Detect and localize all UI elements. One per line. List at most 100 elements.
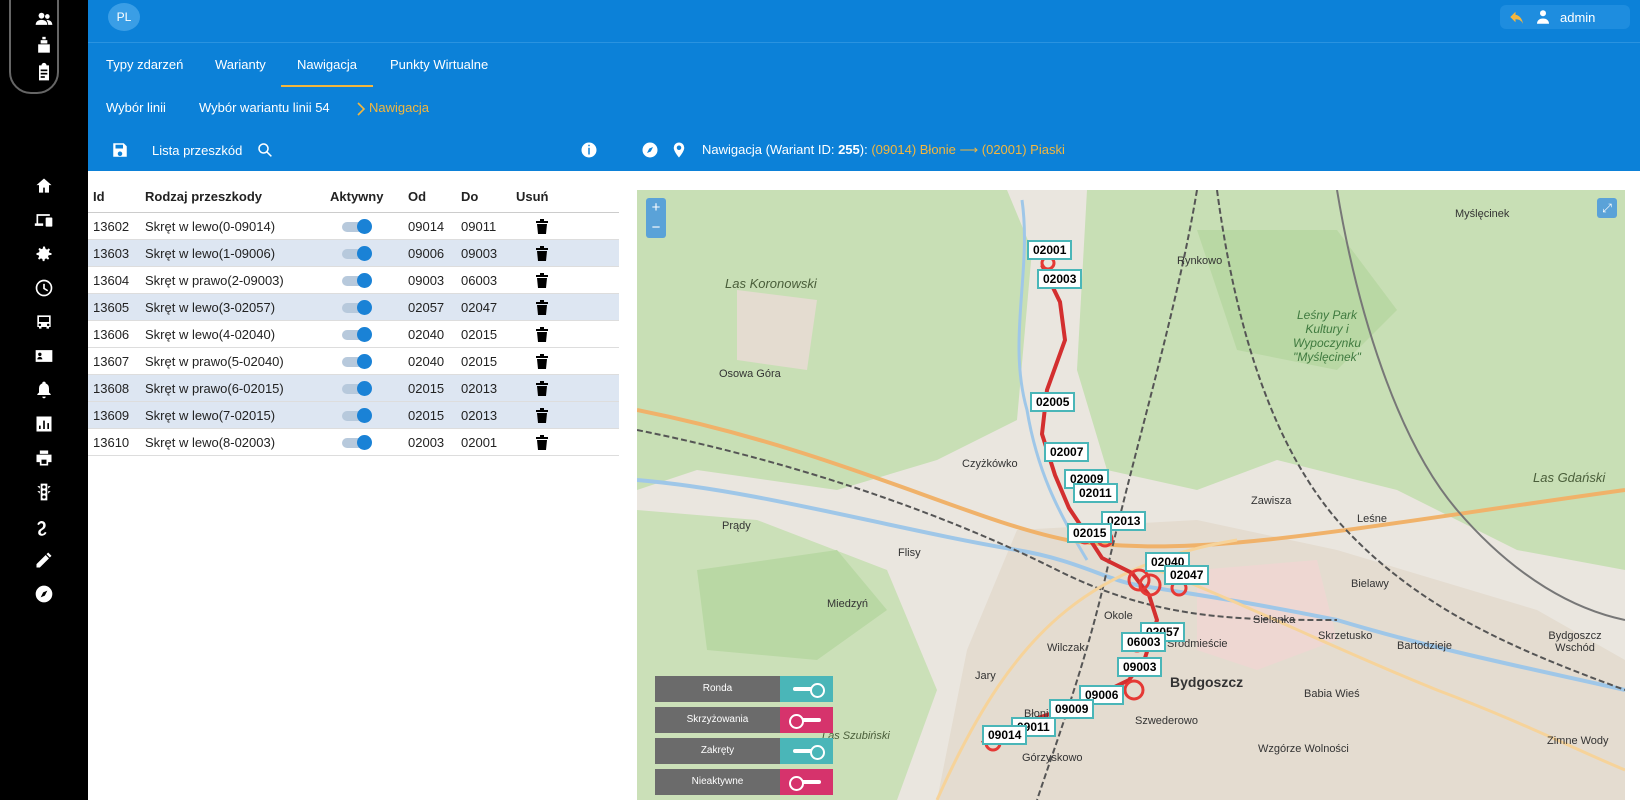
place-label: Miedzyń (827, 598, 868, 610)
cell-id: 13608 (88, 374, 140, 402)
trash-icon[interactable] (536, 273, 548, 289)
table-row[interactable]: 13608 Skręt w prawo(6-02015) 02015 02013 (88, 374, 619, 402)
trash-icon[interactable] (536, 435, 548, 451)
col-type[interactable]: Rodzaj przeszkody (140, 180, 325, 213)
cell-from: 09003 (403, 266, 456, 294)
zoom-out-button[interactable]: − (646, 218, 666, 238)
place-label: Leśne (1357, 513, 1387, 525)
active-toggle[interactable] (342, 381, 372, 397)
trash-icon[interactable] (536, 327, 548, 343)
stop-label[interactable]: 02015 (1067, 523, 1113, 543)
search-icon[interactable] (256, 129, 274, 171)
stop-label[interactable]: 09003 (1117, 657, 1163, 677)
map-pin-icon[interactable] (670, 129, 688, 171)
pencil-icon[interactable] (29, 548, 59, 572)
stop-label[interactable]: 02003 (1037, 269, 1083, 289)
trash-icon[interactable] (536, 219, 548, 235)
cell-to: 09011 (456, 212, 511, 240)
table-header-row: Id Rodzaj przeszkody Aktywny Od Do Usuń (88, 180, 619, 213)
home-icon[interactable] (29, 174, 59, 198)
active-toggle[interactable] (342, 273, 372, 289)
legend-intersections[interactable]: Skrzyżowania (655, 707, 833, 733)
cell-to: 02013 (456, 374, 511, 402)
gear-icon[interactable] (29, 242, 59, 266)
language-button[interactable]: PL (108, 3, 140, 31)
trash-icon[interactable] (536, 381, 548, 397)
legend-roundabouts[interactable]: Ronda (655, 676, 833, 702)
active-toggle[interactable] (342, 219, 372, 235)
route-icon[interactable] (29, 514, 59, 538)
info-icon[interactable] (580, 129, 598, 171)
active-toggle[interactable] (342, 246, 372, 262)
id-card-icon[interactable] (29, 344, 59, 368)
table-row[interactable]: 13606 Skręt w lewo(4-02040) 02040 02015 (88, 320, 619, 348)
route-description: (09014) Błonie ⟶ (02001) Piaski (871, 142, 1065, 157)
clock-icon[interactable] (29, 276, 59, 300)
stop-label[interactable]: 06003 (1121, 632, 1167, 652)
inactive-toggle[interactable] (780, 769, 833, 795)
active-toggle[interactable] (342, 435, 372, 451)
legend-turns[interactable]: Zakręty (655, 738, 833, 764)
col-from[interactable]: Od (403, 180, 456, 213)
printer-icon[interactable] (29, 446, 59, 470)
bell-icon[interactable] (29, 378, 59, 402)
breadcrumb-variant-select[interactable]: Wybór wariantu linii 54 (199, 87, 330, 129)
user-menu[interactable]: admin (1500, 5, 1630, 29)
stop-label[interactable]: 02005 (1030, 392, 1076, 412)
trash-icon[interactable] (536, 246, 548, 262)
intersections-toggle[interactable] (780, 707, 833, 733)
table-row[interactable]: 13607 Skręt w prawo(5-02040) 02040 02015 (88, 347, 619, 375)
traffic-light-icon[interactable] (29, 480, 59, 504)
route-map[interactable]: Las Koronowski Rynkowo Myślęcinek Osowa … (637, 190, 1625, 800)
table-row[interactable]: 13609 Skręt w lewo(7-02015) 02015 02013 (88, 401, 619, 429)
variant-id: 255 (838, 142, 860, 157)
zoom-in-button[interactable]: + (646, 198, 666, 218)
turns-toggle[interactable] (780, 738, 833, 764)
place-label: Sielanka (1253, 614, 1296, 626)
stop-label[interactable]: 09009 (1049, 699, 1095, 719)
stop-label[interactable]: 09014 (982, 725, 1028, 745)
roundabouts-toggle[interactable] (780, 676, 833, 702)
devices-icon[interactable] (29, 208, 59, 232)
active-toggle[interactable] (342, 354, 372, 370)
users-icon[interactable] (29, 7, 59, 31)
legend-inactive[interactable]: Nieaktywne (655, 769, 833, 795)
stop-label[interactable]: 02011 (1073, 483, 1118, 503)
save-icon[interactable] (111, 129, 129, 171)
place-label: Górzyskowo (1022, 752, 1083, 764)
col-active[interactable]: Aktywny (325, 180, 403, 213)
table-row[interactable]: 13604 Skręt w prawo(2-09003) 09003 06003 (88, 266, 619, 294)
col-to[interactable]: Do (456, 180, 511, 213)
active-toggle[interactable] (342, 327, 372, 343)
ticket-machine-icon[interactable] (29, 34, 59, 58)
trash-icon[interactable] (536, 300, 548, 316)
place-label: Las Koronowski (725, 276, 817, 291)
table-row[interactable]: 13603 Skręt w lewo(1-09006) 09006 09003 (88, 239, 619, 267)
stop-label[interactable]: 02047 (1164, 565, 1210, 585)
clipboard-icon[interactable] (29, 60, 59, 84)
compass-icon[interactable] (641, 129, 659, 171)
active-toggle[interactable] (342, 408, 372, 424)
fullscreen-icon[interactable]: ⤢ (1597, 198, 1617, 218)
stop-label[interactable]: 02007 (1044, 442, 1090, 462)
table-row[interactable]: 13610 Skręt w lewo(8-02003) 02003 02001 (88, 428, 619, 456)
tab-event-types[interactable]: Typy zdarzeń (106, 43, 183, 87)
table-row[interactable]: 13602 Skręt w lewo(0-09014) 09014 09011 (88, 212, 619, 240)
active-toggle[interactable] (342, 300, 372, 316)
tab-virtual-points[interactable]: Punkty Wirtualne (390, 43, 488, 87)
bus-icon[interactable] (29, 310, 59, 334)
tab-navigation[interactable]: Nawigacja (281, 43, 373, 87)
trash-icon[interactable] (536, 408, 548, 424)
trash-icon[interactable] (536, 354, 548, 370)
table-row[interactable]: 13605 Skręt w lewo(3-02057) 02057 02047 (88, 293, 619, 321)
tab-variants[interactable]: Warianty (215, 43, 266, 87)
stop-label[interactable]: 02001 (1027, 240, 1073, 260)
bar-chart-icon[interactable] (29, 412, 59, 436)
col-id[interactable]: Id (88, 180, 140, 213)
place-label: Bartodzieje (1397, 640, 1453, 652)
compass-icon[interactable] (29, 582, 59, 606)
cell-type: Skręt w lewo(3-02057) (140, 293, 325, 321)
cell-type: Skręt w lewo(1-09006) (140, 239, 325, 267)
breadcrumb-line-select[interactable]: Wybór linii (106, 87, 166, 129)
back-arrow-icon[interactable] (1508, 8, 1526, 26)
